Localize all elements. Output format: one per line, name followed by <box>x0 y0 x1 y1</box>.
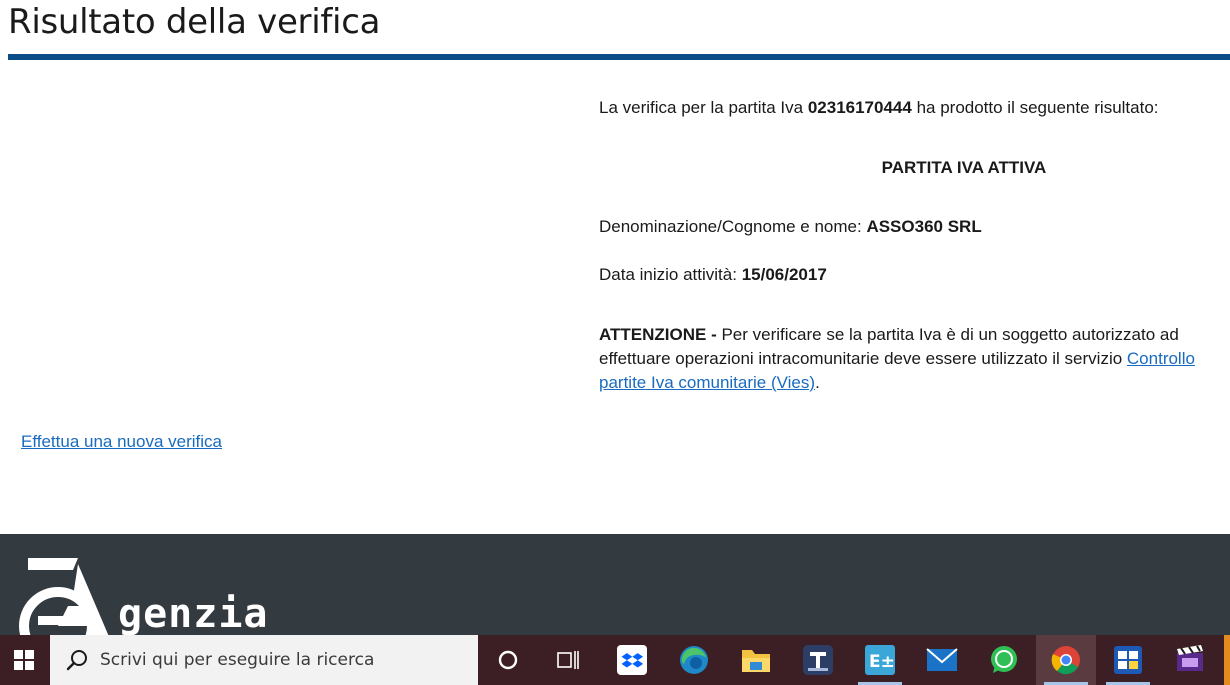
task-view-button[interactable] <box>538 635 598 685</box>
app-grid-icon <box>1114 646 1142 674</box>
dropbox-icon <box>617 645 647 675</box>
edge-browser-icon <box>680 646 708 674</box>
film-clapper-icon <box>1177 645 1203 671</box>
app-document-icon <box>803 645 833 675</box>
page-title: Risultato della verifica <box>8 2 381 42</box>
company-name-line: Denominazione/Cognome e nome: ASSO360 SR… <box>599 215 982 239</box>
taskbar-app-dark[interactable] <box>788 635 848 685</box>
taskbar: Scrivi qui per eseguire la ricerca E± <box>0 635 1230 685</box>
search-icon <box>66 650 87 671</box>
result-intro: La verifica per la partita Iva 023161704… <box>599 96 1159 120</box>
chrome-browser-icon <box>1051 646 1080 675</box>
search-placeholder: Scrivi qui per eseguire la ricerca <box>100 650 375 670</box>
agenzia-entrate-logo[interactable]: genzia ntrate <box>18 556 348 635</box>
warning-note: ATTENZIONE - Per verificare se la partit… <box>599 323 1219 395</box>
cortana-button[interactable] <box>478 635 538 685</box>
start-date-line: Data inizio attività: 15/06/2017 <box>599 263 827 287</box>
taskbar-chrome[interactable] <box>1036 635 1096 685</box>
folder-icon <box>742 650 770 672</box>
e-plus-app-icon: E± <box>865 645 895 675</box>
vat-number: 02316170444 <box>807 98 912 117</box>
start-date: 15/06/2017 <box>741 265 827 284</box>
date-label: Data inizio attività: <box>599 265 742 284</box>
taskbar-whatsapp[interactable] <box>974 635 1034 685</box>
title-rule <box>8 54 1230 60</box>
intro-suffix: ha prodotto il seguente risultato: <box>911 98 1159 117</box>
task-view-icon <box>557 651 579 669</box>
taskbar-app-calendar[interactable] <box>1098 635 1158 685</box>
logo-text-line1: genzia <box>118 591 269 635</box>
warning-label: ATTENZIONE - <box>599 325 717 344</box>
taskbar-e-plus[interactable]: E± <box>850 635 910 685</box>
logo-emblem-icon <box>19 558 109 635</box>
whatsapp-icon <box>991 646 1017 673</box>
taskbar-edge[interactable] <box>664 635 724 685</box>
show-desktop-edge[interactable] <box>1224 635 1230 685</box>
intro-prefix: La verifica per la partita Iva <box>599 98 808 117</box>
windows-logo-icon <box>14 650 34 670</box>
footer: genzia ntrate <box>0 534 1230 635</box>
svg-text:E±: E± <box>869 652 895 672</box>
taskbar-search-box[interactable]: Scrivi qui per eseguire la ricerca <box>50 635 478 685</box>
taskbar-video-editor[interactable] <box>1160 635 1220 685</box>
taskbar-mail[interactable] <box>912 635 972 685</box>
vat-status: PARTITA IVA ATTIVA <box>881 158 1047 177</box>
taskbar-dropbox[interactable] <box>602 635 662 685</box>
mail-icon <box>926 648 958 671</box>
company-name: ASSO360 SRL <box>866 217 982 236</box>
start-button[interactable] <box>0 635 48 685</box>
taskbar-file-explorer[interactable] <box>726 635 786 685</box>
warning-end: . <box>815 373 820 392</box>
cortana-circle-icon <box>498 650 518 670</box>
new-check-link[interactable]: Effettua una nuova verifica <box>21 430 222 454</box>
name-label: Denominazione/Cognome e nome: <box>599 217 867 236</box>
